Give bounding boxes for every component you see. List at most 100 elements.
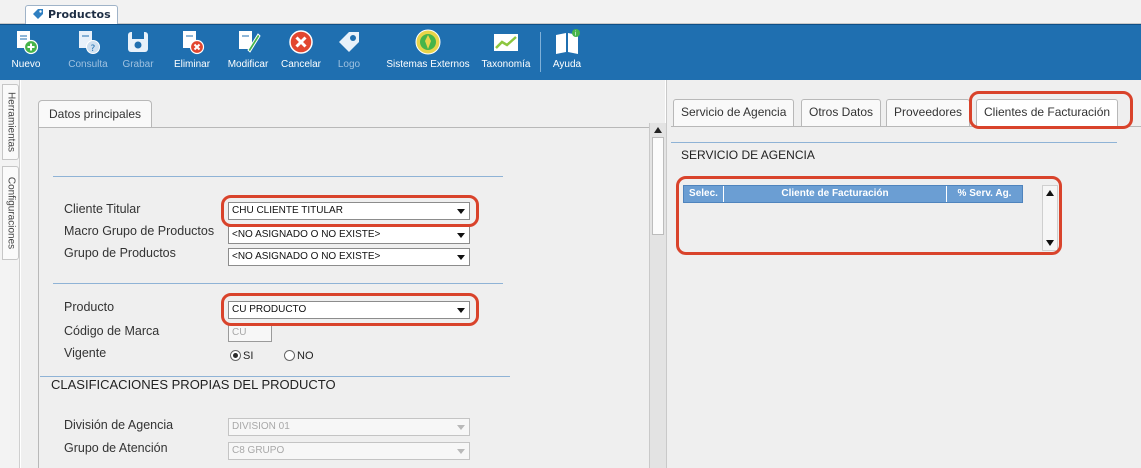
query-document-icon: ? (79, 31, 100, 54)
producto-select[interactable]: CU PRODUCTO (228, 301, 470, 319)
ayuda-button[interactable]: i Ayuda (549, 28, 585, 78)
clasificaciones-title: CLASIFICACIONES PROPIAS DEL PRODUCTO (51, 377, 336, 392)
svg-text:?: ? (91, 44, 96, 54)
macro-grupo-label: Macro Grupo de Productos (64, 224, 215, 238)
vigente-no-radio[interactable]: NO (284, 350, 314, 362)
codigo-marca-label: Código de Marca (64, 324, 160, 338)
tab-servicio-agencia[interactable]: Servicio de Agencia (673, 99, 795, 126)
divider (53, 176, 503, 177)
scroll-down-arrow-icon[interactable] (1046, 240, 1054, 246)
divider (40, 376, 510, 377)
product-tab-icon (33, 9, 43, 19)
side-tab-configuraciones[interactable]: Configuraciones (2, 166, 19, 260)
vigente-si-label: SI (243, 350, 254, 362)
vigente-label: Vigente (64, 346, 107, 360)
eliminar-button[interactable]: Eliminar (170, 28, 214, 78)
division-select[interactable]: DIVISION 01 (228, 418, 470, 436)
side-tab-herramientas-label: Herramientas (5, 91, 16, 153)
grid-scrollbar[interactable] (1042, 185, 1058, 251)
eliminar-label: Eliminar (173, 59, 211, 70)
chevron-down-icon (457, 308, 465, 313)
edit-pencil-icon (239, 31, 261, 53)
grupo-atencion-select[interactable]: C8 GRUPO (228, 442, 470, 460)
grid-col-cliente[interactable]: Cliente de Facturación (724, 186, 947, 202)
cliente-titular-select[interactable]: CHU CLIENTE TITULAR (228, 202, 470, 220)
tab-clientes-facturacion[interactable]: Clientes de Facturación (976, 99, 1119, 126)
logo-button[interactable]: Logo (333, 28, 365, 78)
grupo-atencion-value: C8 GRUPO (232, 445, 285, 456)
taxonomy-chart-icon (494, 34, 518, 51)
macro-grupo-select[interactable]: <NO ASIGNADO O NO EXISTE> (228, 226, 470, 244)
chevron-down-icon (457, 425, 465, 430)
left-panel-scrollbar[interactable] (649, 123, 666, 468)
tab-divider (671, 126, 1141, 127)
help-book-icon: i (556, 29, 580, 54)
grid-col-serv[interactable]: % Serv. Ag. (947, 186, 1022, 202)
producto-label: Producto (64, 300, 115, 314)
consulta-button[interactable]: ? Consulta (65, 28, 111, 78)
side-tab-bar: Herramientas Configuraciones (0, 80, 20, 468)
tab-otros-datos[interactable]: Otros Datos (801, 99, 882, 126)
macro-grupo-value: <NO ASIGNADO O NO EXISTE> (232, 229, 381, 240)
grupo-atencion-label: Grupo de Atención (64, 441, 168, 455)
scroll-up-arrow-icon[interactable] (1046, 190, 1054, 196)
codigo-marca-input[interactable]: CU (228, 324, 272, 342)
grid-body (683, 203, 1023, 251)
save-disk-icon (128, 32, 148, 52)
window-tab-label: Productos (48, 8, 111, 21)
datos-principales-body (38, 127, 665, 468)
modificar-button[interactable]: Modificar (223, 28, 273, 78)
new-document-icon (17, 31, 39, 55)
scrollbar-thumb[interactable] (652, 137, 664, 235)
nuevo-button[interactable]: Nuevo (6, 28, 46, 78)
grabar-label: Grabar (122, 59, 154, 70)
divider (671, 142, 1117, 143)
external-systems-globe-icon (415, 29, 441, 55)
cancelar-label: Cancelar (280, 59, 322, 70)
vigente-si-radio[interactable]: SI (230, 350, 253, 362)
taxonomia-button[interactable]: Taxonomía (478, 28, 534, 78)
modificar-label: Modificar (227, 59, 269, 70)
right-panel: Servicio de Agencia Otros Datos Proveedo… (666, 80, 1141, 468)
window-tab-strip: Productos (0, 0, 1141, 24)
grid-col-selec[interactable]: Selec. (684, 186, 724, 202)
radio-unselected-icon (284, 350, 295, 361)
chevron-down-icon (457, 255, 465, 260)
producto-value: CU PRODUCTO (232, 304, 307, 315)
grupo-productos-value: <NO ASIGNADO O NO EXISTE> (232, 251, 381, 262)
clientes-facturacion-grid: Selec. Cliente de Facturación % Serv. Ag… (683, 185, 1058, 251)
grupo-productos-select[interactable]: <NO ASIGNADO O NO EXISTE> (228, 248, 470, 266)
cliente-titular-label: Cliente Titular (64, 202, 141, 216)
consulta-label: Consulta (68, 59, 108, 70)
cliente-titular-value: CHU CLIENTE TITULAR (232, 205, 343, 216)
grabar-button[interactable]: Grabar (120, 28, 156, 78)
side-tab-configuraciones-label: Configuraciones (5, 176, 16, 250)
sistemas-externos-label: Sistemas Externos (386, 59, 470, 70)
division-label: División de Agencia (64, 418, 174, 432)
sistemas-externos-button[interactable]: Sistemas Externos (380, 28, 476, 78)
taxonomia-label: Taxonomía (481, 59, 531, 70)
grid-header: Selec. Cliente de Facturación % Serv. Ag… (683, 185, 1023, 203)
toolbar-separator (540, 32, 541, 72)
delete-document-icon (183, 31, 205, 55)
scroll-up-arrow-icon[interactable] (654, 127, 662, 133)
nuevo-label: Nuevo (11, 59, 41, 70)
main-toolbar: Nuevo ? Consulta Grabar Eliminar Modific… (0, 24, 1141, 80)
window-tab-productos[interactable]: Productos (25, 5, 118, 24)
logo-tag-icon (339, 32, 359, 52)
chevron-down-icon (457, 209, 465, 214)
logo-label: Logo (337, 59, 361, 70)
grupo-productos-label: Grupo de Productos (64, 246, 176, 260)
radio-selected-icon (230, 350, 241, 361)
cancelar-button[interactable]: Cancelar (278, 28, 324, 78)
tab-datos-principales[interactable]: Datos principales (38, 100, 153, 128)
cancel-icon (289, 30, 313, 54)
side-tab-herramientas[interactable]: Herramientas (2, 84, 19, 160)
division-value: DIVISION 01 (232, 421, 290, 432)
tab-proveedores[interactable]: Proveedores (886, 99, 971, 126)
ayuda-label: Ayuda (552, 59, 582, 70)
vigente-no-label: NO (297, 350, 314, 362)
chevron-down-icon (457, 449, 465, 454)
chevron-down-icon (457, 233, 465, 238)
left-panel: Datos principales (21, 80, 665, 468)
